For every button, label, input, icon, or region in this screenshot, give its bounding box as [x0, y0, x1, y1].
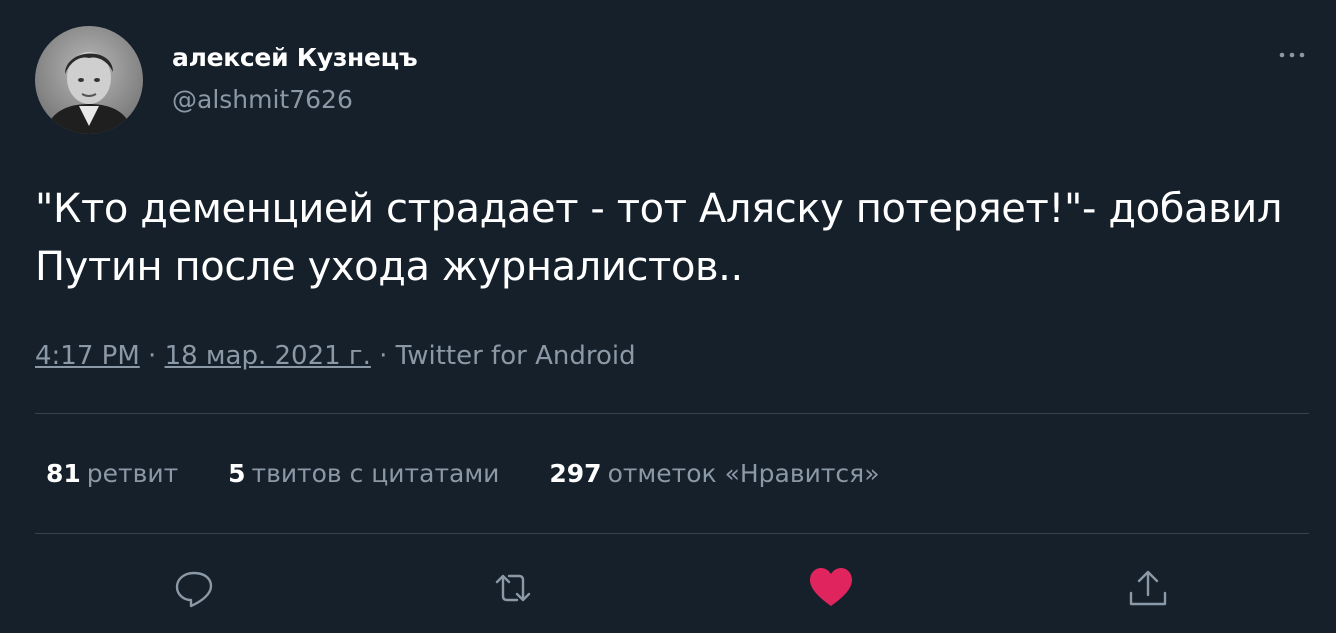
tweet-time-link[interactable]: 4:17 PM — [35, 341, 140, 371]
retweets-count: 81 — [46, 459, 81, 488]
avatar[interactable] — [35, 26, 143, 134]
heart-icon[interactable] — [807, 564, 855, 612]
tweet-date-link[interactable]: 18 мар. 2021 г. — [165, 341, 371, 371]
likes-count: 297 — [549, 459, 602, 488]
tweet-stats: 81 ретвит 5 твитов с цитатами 297 отметок «… — [46, 456, 922, 492]
meta-separator: · — [139, 341, 165, 371]
quotes-count: 5 — [228, 459, 246, 488]
tweet-text: "Кто деменцией страдает - тот Аляску пот… — [35, 186, 1283, 290]
quotes-label: твитов с цитатами — [251, 459, 500, 488]
meta-separator: · — [370, 341, 396, 371]
likes-label: отметок «Нравится» — [607, 459, 880, 488]
divider — [35, 413, 1309, 414]
retweets-stat[interactable]: 81 ретвит — [46, 459, 178, 488]
retweet-icon[interactable] — [489, 564, 537, 612]
divider — [35, 533, 1309, 534]
tweet-meta: 4:17 PM · 18 мар. 2021 г. · Twitter for … — [35, 338, 636, 374]
share-icon[interactable] — [1124, 564, 1172, 612]
author-display-name[interactable]: алексей Кузнецъ — [172, 42, 418, 74]
more-options-icon[interactable] — [1274, 40, 1310, 70]
retweets-label: ретвит — [86, 459, 179, 488]
likes-stat[interactable]: 297 отметок «Нравится» — [549, 459, 879, 488]
reply-icon[interactable] — [170, 564, 218, 612]
quotes-stat[interactable]: 5 твитов с цитатами — [228, 459, 499, 488]
avatar-photo — [35, 26, 143, 134]
tweet-source[interactable]: Twitter for Android — [396, 341, 636, 371]
author-handle[interactable]: @alshmit7626 — [172, 84, 353, 116]
